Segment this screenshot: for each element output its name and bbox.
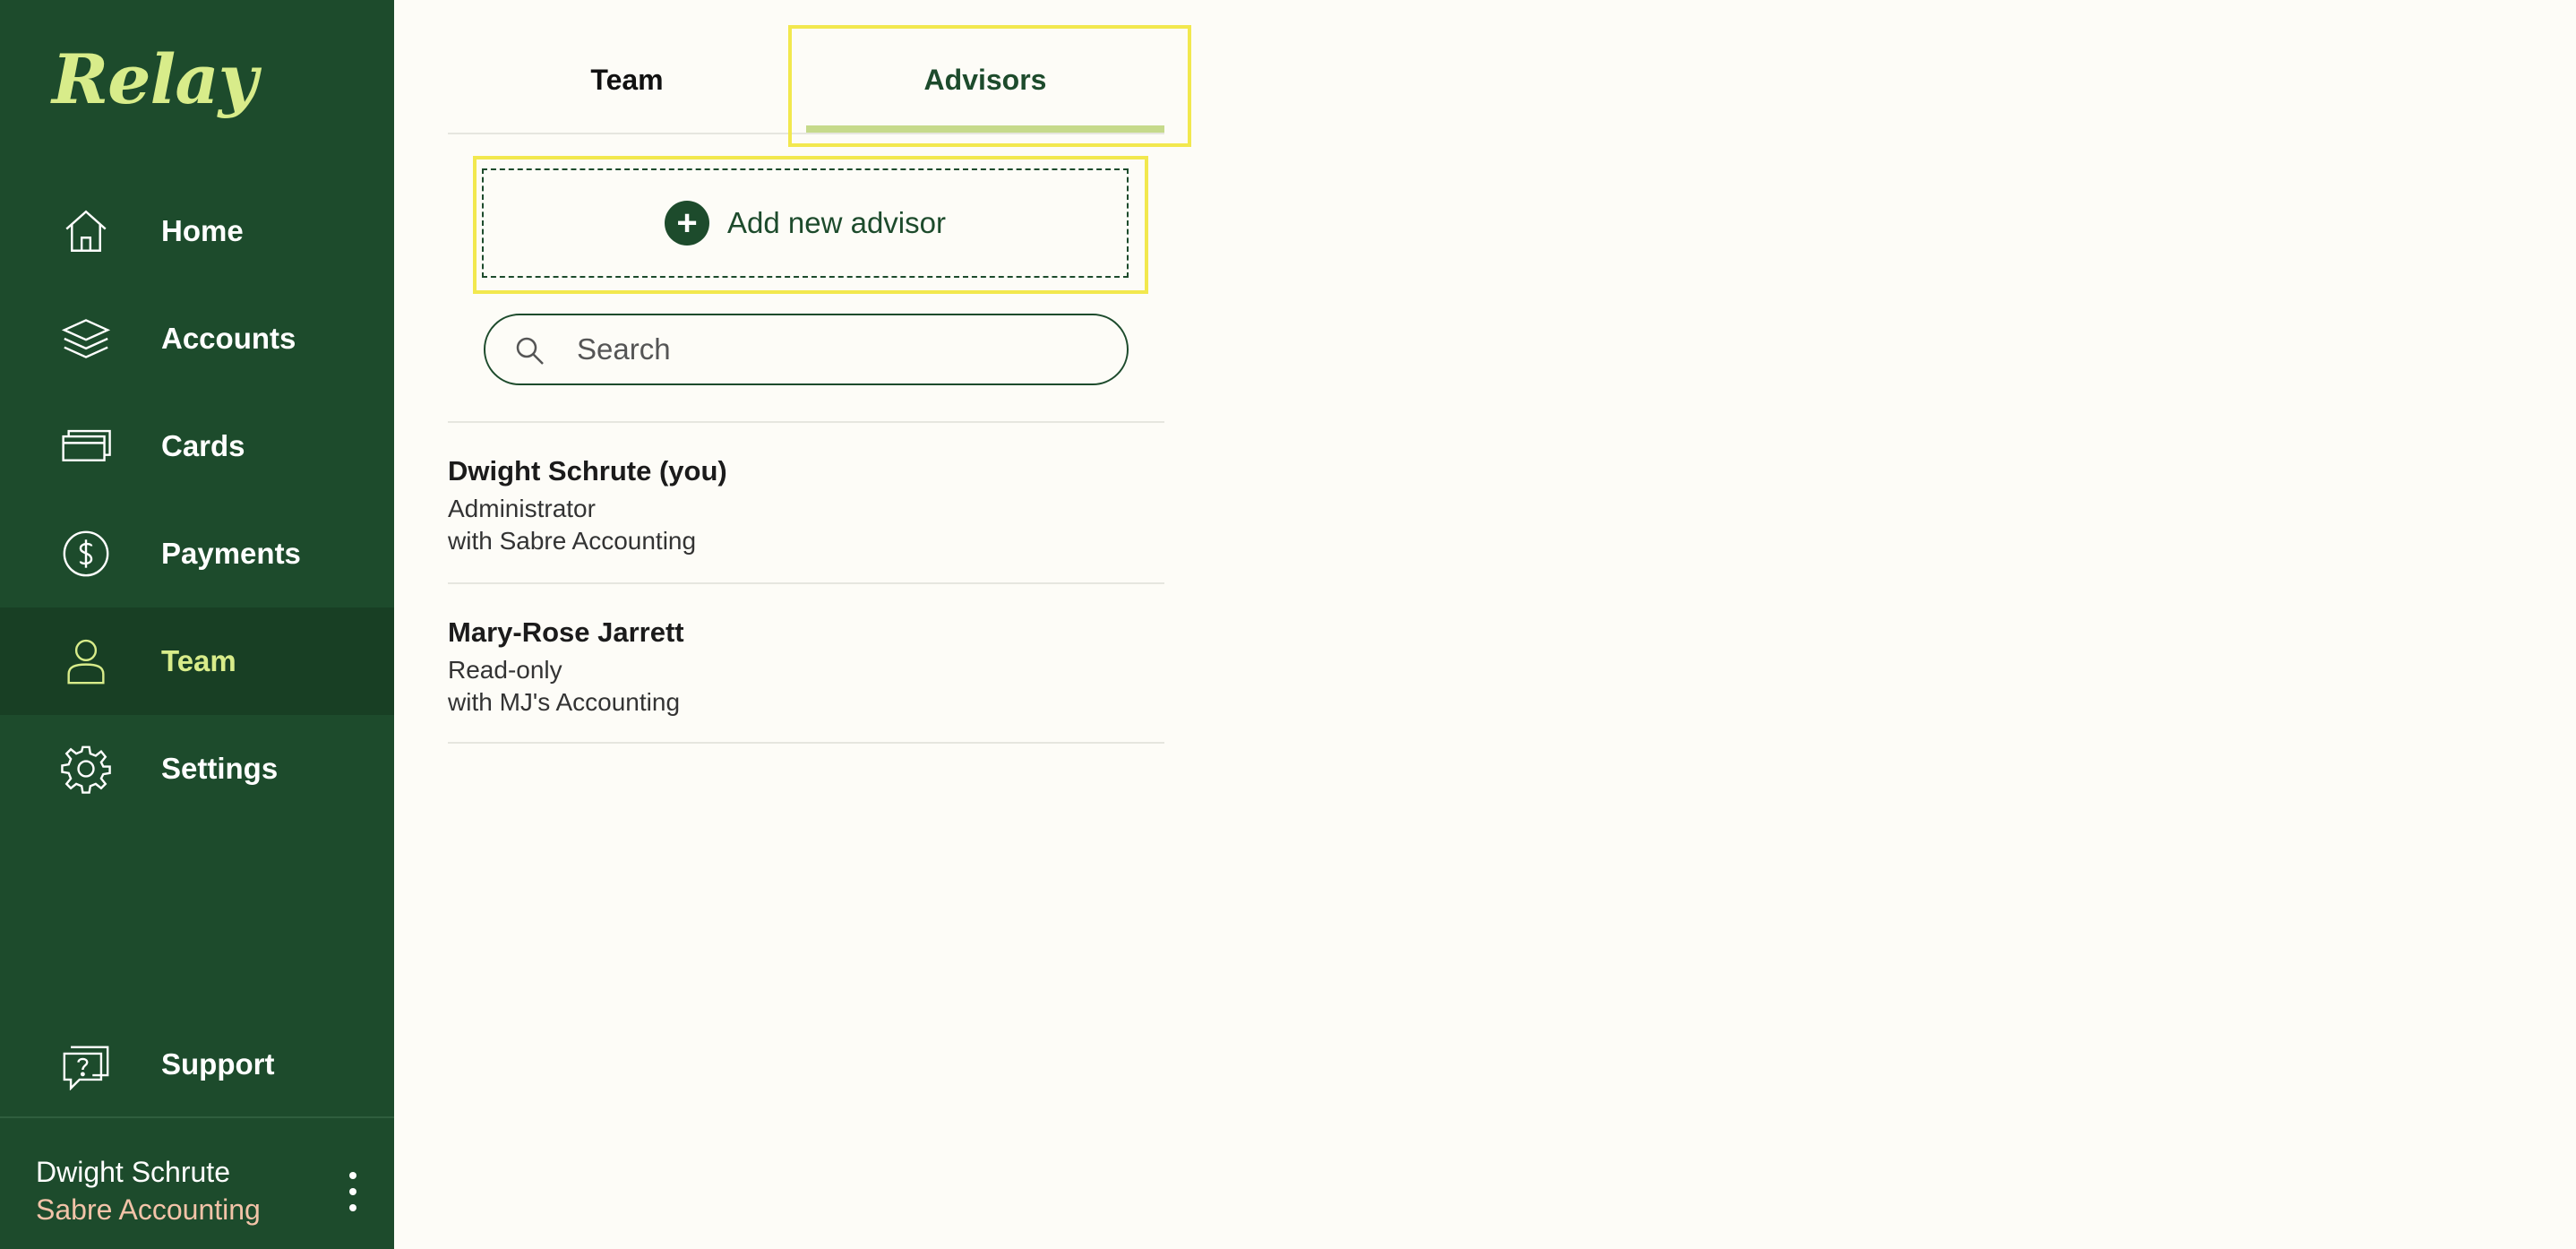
- list-item[interactable]: Mary-Rose Jarrett Read-only with MJ's Ac…: [448, 582, 1164, 744]
- advisor-name: Dwight Schrute (you): [448, 455, 727, 487]
- search-box: [484, 314, 1129, 385]
- sidebar-item-settings[interactable]: Settings: [0, 715, 394, 823]
- advisor-name: Mary-Rose Jarrett: [448, 616, 684, 648]
- sidebar: Relay Home Accounts Cards Payments Team …: [0, 0, 394, 1249]
- sidebar-item-label: Support: [161, 1047, 275, 1081]
- tab-advisors[interactable]: Advisors: [806, 27, 1164, 133]
- add-advisor-label: Add new advisor: [727, 206, 946, 239]
- tab-bar: Team Advisors: [448, 27, 1164, 134]
- sidebar-item-support[interactable]: Support: [0, 1011, 394, 1118]
- search-icon: [516, 337, 544, 365]
- help-chat-icon: [59, 1038, 113, 1091]
- add-new-advisor-button[interactable]: + Add new advisor: [482, 168, 1129, 278]
- sidebar-item-cards[interactable]: Cards: [0, 392, 394, 500]
- advisor-role: Read-only: [448, 656, 562, 684]
- advisors-list: Dwight Schrute (you) Administrator with …: [448, 421, 1164, 744]
- relay-logo[interactable]: Relay: [52, 39, 258, 119]
- advisor-org: with MJ's Accounting: [448, 688, 681, 716]
- sidebar-divider: [0, 1116, 394, 1118]
- dollar-circle-icon: [59, 527, 113, 581]
- sidebar-item-label: Cards: [161, 429, 245, 462]
- search-input[interactable]: [575, 324, 1112, 375]
- layers-icon: [59, 312, 113, 366]
- sidebar-item-label: Payments: [161, 537, 301, 570]
- tab-team[interactable]: Team: [448, 27, 806, 133]
- sidebar-item-accounts[interactable]: Accounts: [0, 285, 394, 392]
- sidebar-item-label: Team: [161, 644, 236, 677]
- plus-circle-icon: +: [665, 201, 709, 245]
- user-menu-kebab-icon[interactable]: [337, 1172, 369, 1211]
- gear-icon: [59, 742, 113, 796]
- advisor-role: Administrator: [448, 495, 596, 522]
- sidebar-item-label: Accounts: [161, 322, 296, 355]
- list-item[interactable]: Dwight Schrute (you) Administrator with …: [448, 421, 1164, 582]
- sidebar-item-label: Home: [161, 214, 244, 247]
- sidebar-item-label: Settings: [161, 752, 279, 785]
- sidebar-item-home[interactable]: Home: [0, 177, 394, 285]
- cards-icon: [59, 419, 113, 473]
- advisor-org: with Sabre Accounting: [448, 527, 697, 555]
- person-icon: [59, 634, 113, 688]
- current-user-name: Dwight Schrute: [36, 1156, 230, 1188]
- home-icon: [59, 204, 113, 258]
- current-user-org: Sabre Accounting: [36, 1193, 261, 1226]
- sidebar-item-payments[interactable]: Payments: [0, 500, 394, 607]
- sidebar-item-team[interactable]: Team: [0, 607, 394, 715]
- active-tab-indicator: [806, 125, 1164, 133]
